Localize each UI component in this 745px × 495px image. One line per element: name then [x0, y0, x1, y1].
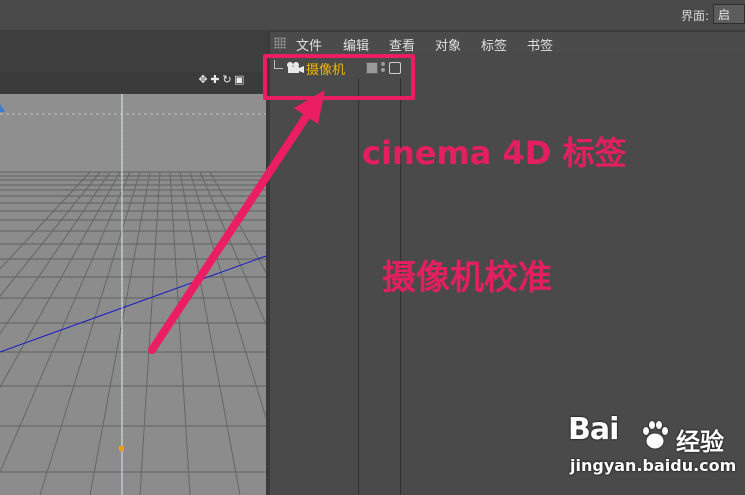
baidu-jingyan-watermark: Bai 经验 jingyan.baidu.com: [568, 412, 738, 486]
annotation-subtitle: 摄像机校准: [382, 258, 552, 298]
watermark-brand: 经验: [676, 428, 724, 456]
watermark-url: jingyan.baidu.com: [570, 456, 737, 475]
watermark-logo: Bai: [568, 412, 619, 447]
annotation-title: cinema 4D 标签: [362, 134, 627, 172]
paw-icon: [642, 420, 669, 450]
